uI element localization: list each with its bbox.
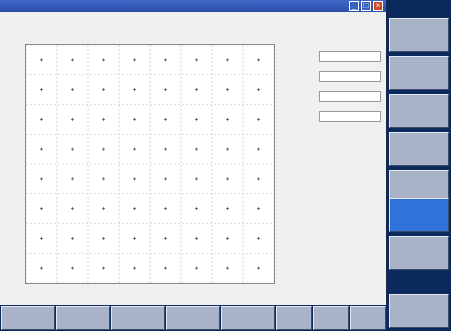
- result-label: [319, 44, 381, 51]
- constellation-point: [102, 207, 105, 211]
- constellation-point: [226, 88, 229, 92]
- result-panel: [319, 44, 381, 124]
- constellation-point: [226, 117, 229, 121]
- constellation-point: [40, 177, 43, 181]
- constellation-point: [71, 117, 74, 121]
- status-bar: [2, 13, 384, 35]
- constellation-point: [71, 88, 74, 92]
- constellation-point: [102, 266, 105, 270]
- result-label: [319, 64, 381, 71]
- constellation-point: [164, 147, 167, 151]
- constellation-point: [102, 88, 105, 92]
- constellation-point: [257, 147, 260, 151]
- constellation-point: [257, 88, 260, 92]
- constellation-point: [257, 236, 260, 240]
- constellation-point: [257, 58, 260, 62]
- constellation-point: [164, 207, 167, 211]
- constellation-point: [195, 117, 198, 121]
- constellation-point: [133, 236, 136, 240]
- bottom-softkey-3[interactable]: [111, 306, 165, 330]
- softkey-3[interactable]: [389, 94, 449, 128]
- constellation-point: [195, 207, 198, 211]
- constellation-point: [40, 207, 43, 211]
- constellation-point: [133, 58, 136, 62]
- constellation-point: [133, 147, 136, 151]
- constellation-point: [164, 177, 167, 181]
- result-label: [319, 104, 381, 111]
- constellation-point: [226, 236, 229, 240]
- constellation-point: [164, 117, 167, 121]
- constellation-point: [40, 266, 43, 270]
- result-value[interactable]: [319, 51, 381, 62]
- softkey-6[interactable]: [389, 198, 449, 232]
- constellation-point: [257, 207, 260, 211]
- constellation-point: [195, 266, 198, 270]
- result-value[interactable]: [319, 91, 381, 102]
- constellation-point: [226, 207, 229, 211]
- result-value[interactable]: [319, 111, 381, 122]
- constellation-point: [102, 236, 105, 240]
- constellation-point: [164, 88, 167, 92]
- bottom-softkey-4[interactable]: [166, 306, 220, 330]
- constellation-point: [164, 266, 167, 270]
- softkey-panel: [387, 0, 451, 331]
- constellation-point: [133, 207, 136, 211]
- minimize-button[interactable]: _: [349, 1, 359, 11]
- softkey-7[interactable]: [389, 236, 449, 270]
- constellation-point: [71, 207, 74, 211]
- result-label: [319, 84, 381, 91]
- softkey-8[interactable]: [389, 294, 449, 328]
- constellation-point: [102, 177, 105, 181]
- constellation-point: [195, 236, 198, 240]
- constellation-point: [133, 88, 136, 92]
- constellation-point: [257, 266, 260, 270]
- constellation-point: [71, 236, 74, 240]
- constellation-point: [195, 147, 198, 151]
- constellation-point: [71, 266, 74, 270]
- title-bar[interactable]: _ □ ×: [0, 0, 386, 12]
- constellation-point: [102, 147, 105, 151]
- softkey-1[interactable]: [389, 18, 449, 52]
- constellation-point: [102, 58, 105, 62]
- constellation-point: [40, 147, 43, 151]
- constellation-point: [257, 117, 260, 121]
- bottom-softkey-bar: [0, 305, 387, 331]
- constellation-point: [40, 58, 43, 62]
- bottom-softkey-8[interactable]: [350, 306, 386, 330]
- maximize-button[interactable]: □: [361, 1, 371, 11]
- constellation-point: [226, 266, 229, 270]
- constellation-point: [40, 236, 43, 240]
- constellation-point: [226, 177, 229, 181]
- bottom-softkey-5[interactable]: [221, 306, 275, 330]
- close-button[interactable]: ×: [373, 1, 383, 11]
- main-window: _ □ ×: [0, 0, 386, 305]
- constellation-point: [226, 147, 229, 151]
- constellation-plot: [25, 44, 275, 284]
- softkey-4[interactable]: [389, 132, 449, 166]
- constellation-point: [133, 117, 136, 121]
- softkey-2[interactable]: [389, 56, 449, 90]
- constellation-point: [226, 58, 229, 62]
- constellation-point: [195, 58, 198, 62]
- constellation-point: [195, 177, 198, 181]
- constellation-svg: [26, 45, 274, 283]
- bottom-softkey-2[interactable]: [56, 306, 110, 330]
- bottom-softkey-6[interactable]: [276, 306, 312, 330]
- constellation-point: [133, 266, 136, 270]
- constellation-point: [40, 88, 43, 92]
- constellation-point: [71, 147, 74, 151]
- constellation-point: [102, 117, 105, 121]
- constellation-point: [71, 58, 74, 62]
- constellation-point: [257, 177, 260, 181]
- result-value[interactable]: [319, 71, 381, 82]
- bottom-softkey-7[interactable]: [313, 306, 349, 330]
- constellation-point: [164, 58, 167, 62]
- softkey-panel-title: [387, 0, 451, 14]
- constellation-point: [195, 88, 198, 92]
- bottom-softkey-1[interactable]: [1, 306, 55, 330]
- constellation-point: [71, 177, 74, 181]
- constellation-point: [40, 117, 43, 121]
- constellation-point: [164, 236, 167, 240]
- constellation-point: [133, 177, 136, 181]
